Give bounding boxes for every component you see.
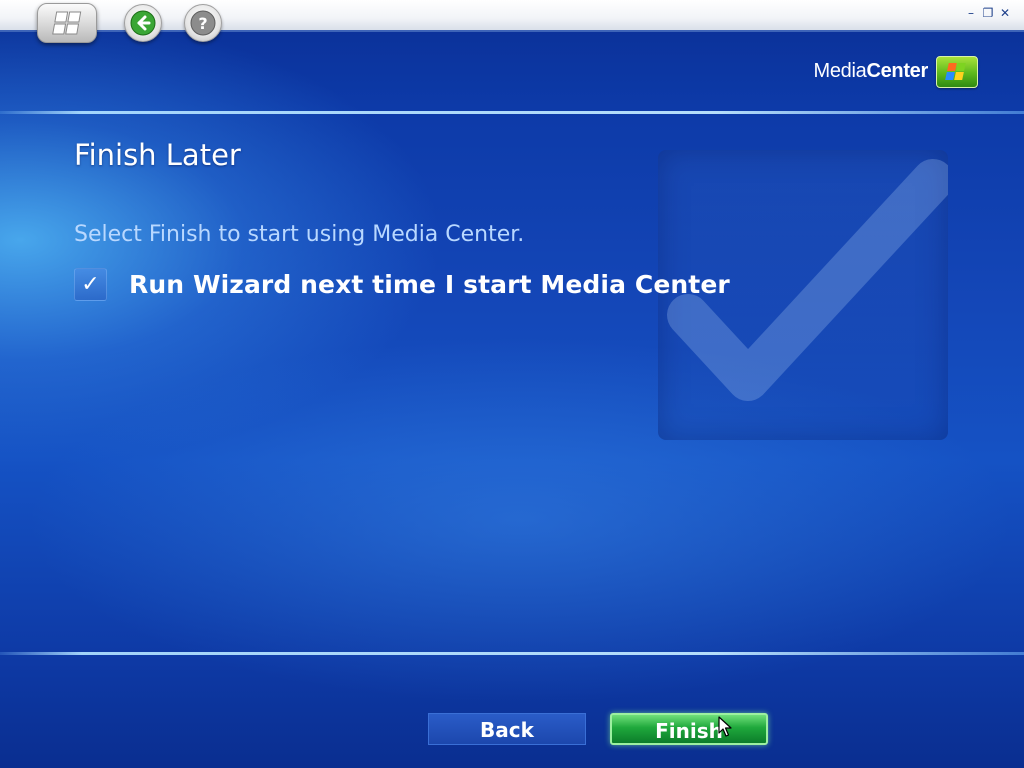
instruction-text: Select Finish to start using Media Cente… bbox=[74, 222, 525, 247]
start-button[interactable] bbox=[37, 3, 97, 43]
help-button[interactable]: ? bbox=[184, 4, 222, 42]
run-wizard-option[interactable]: ✓ Run Wizard next time I start Media Cen… bbox=[74, 268, 730, 301]
windows-logo-icon bbox=[52, 11, 82, 35]
page-title: Finish Later bbox=[74, 138, 241, 172]
brand-wordmark: MediaCenter bbox=[813, 60, 928, 83]
header-divider bbox=[0, 111, 1024, 114]
brand-center-text: Center bbox=[866, 60, 928, 82]
help-question-icon: ? bbox=[190, 10, 216, 36]
minimize-button[interactable]: – bbox=[964, 6, 978, 20]
media-center-screen: ? – ❐ ✕ MediaCenter Finish Later Select … bbox=[0, 0, 1024, 768]
back-nav-button[interactable] bbox=[124, 4, 162, 42]
brand-media-text: Media bbox=[813, 60, 867, 82]
mouse-pointer-icon bbox=[718, 716, 732, 737]
back-button[interactable]: Back bbox=[428, 713, 586, 745]
run-wizard-checkbox[interactable]: ✓ bbox=[74, 268, 107, 301]
svg-text:?: ? bbox=[198, 14, 207, 33]
close-button[interactable]: ✕ bbox=[998, 6, 1012, 20]
windows-flag-icon bbox=[936, 56, 978, 88]
back-arrow-icon bbox=[130, 10, 156, 36]
finish-button[interactable]: Finish bbox=[610, 713, 768, 745]
restore-button[interactable]: ❐ bbox=[981, 6, 995, 20]
run-wizard-label: Run Wizard next time I start Media Cente… bbox=[129, 270, 730, 299]
footer-divider bbox=[0, 652, 1024, 655]
windows-flag-glyph bbox=[945, 63, 966, 80]
